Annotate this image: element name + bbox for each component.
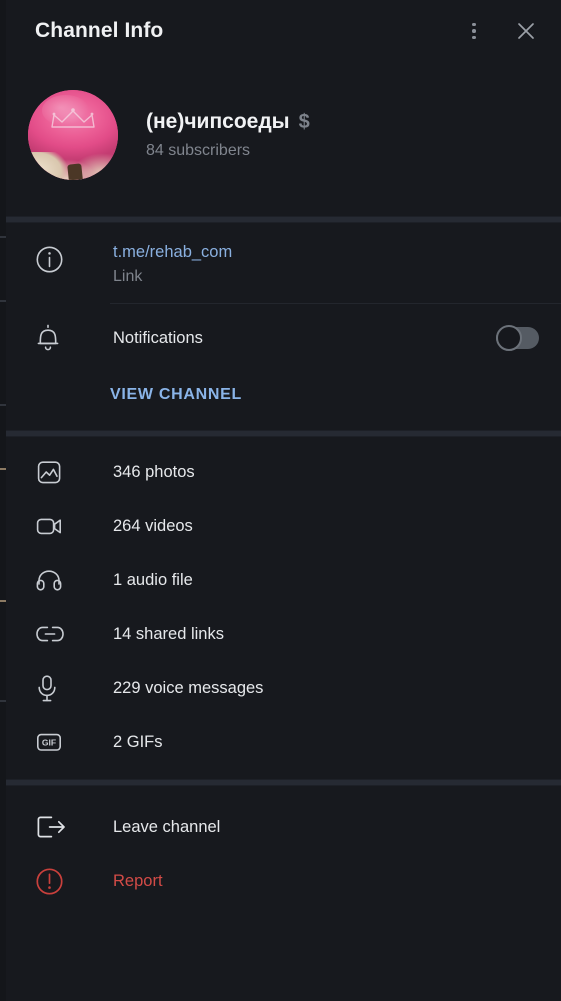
close-icon[interactable] bbox=[511, 16, 541, 46]
media-label: 264 videos bbox=[113, 516, 193, 535]
report-row[interactable]: Report bbox=[0, 854, 561, 908]
panel-header: Channel Info bbox=[0, 0, 561, 62]
media-label: 2 GIFs bbox=[113, 732, 163, 751]
report-label: Report bbox=[113, 871, 163, 890]
notifications-row[interactable]: Notifications bbox=[0, 304, 561, 372]
view-channel-button[interactable]: VIEW CHANNEL bbox=[110, 386, 242, 404]
section-divider-3 bbox=[0, 779, 561, 786]
page-title: Channel Info bbox=[35, 19, 164, 42]
channel-info-panel: Channel Info (не)чипсоеды $ 84 subscribe… bbox=[0, 0, 561, 1001]
leave-channel-row[interactable]: Leave channel bbox=[0, 800, 561, 854]
avatar-stem-detail bbox=[66, 163, 83, 180]
media-row-photos[interactable]: 346 photos bbox=[0, 445, 561, 499]
subscriber-count: 84 subscribers bbox=[146, 142, 251, 159]
channel-link-row[interactable]: t.me/rehab_com Link bbox=[0, 223, 561, 304]
info-section: t.me/rehab_com Link Notifications VIEW C… bbox=[0, 223, 561, 430]
underlying-chat-edge bbox=[0, 0, 6, 1001]
media-row-links[interactable]: 14 shared links bbox=[0, 607, 561, 661]
link-chain-icon bbox=[35, 624, 75, 644]
leave-channel-label: Leave channel bbox=[113, 817, 221, 836]
photo-icon bbox=[35, 460, 75, 485]
info-circle-icon bbox=[35, 245, 75, 274]
channel-profile: (не)чипсоеды $ 84 subscribers bbox=[0, 62, 561, 216]
channel-link-body: t.me/rehab_com Link bbox=[75, 243, 561, 286]
notifications-toggle[interactable] bbox=[496, 325, 539, 351]
gif-icon: GIF bbox=[35, 731, 75, 753]
bell-icon bbox=[35, 324, 75, 352]
svg-text:GIF: GIF bbox=[42, 737, 56, 747]
media-section: 346 photos 264 videos 1 audio file 14 sh… bbox=[0, 437, 561, 779]
channel-link-value[interactable]: t.me/rehab_com bbox=[113, 243, 561, 262]
avatar-crown-icon bbox=[49, 107, 97, 131]
channel-link-caption: Link bbox=[113, 268, 143, 285]
media-row-voice[interactable]: 229 voice messages bbox=[0, 661, 561, 715]
view-channel-row: VIEW CHANNEL bbox=[0, 372, 561, 430]
channel-name: (не)чипсоеды bbox=[146, 110, 290, 133]
notifications-body: Notifications bbox=[75, 329, 496, 348]
media-label: 1 audio file bbox=[113, 570, 193, 589]
channel-avatar[interactable] bbox=[28, 90, 118, 180]
notifications-label: Notifications bbox=[113, 328, 203, 347]
kebab-menu-icon[interactable] bbox=[459, 16, 489, 46]
notifications-tail bbox=[496, 325, 561, 351]
section-divider-2 bbox=[0, 430, 561, 437]
channel-details: (не)чипсоеды $ 84 subscribers bbox=[146, 110, 310, 160]
media-row-audio[interactable]: 1 audio file bbox=[0, 553, 561, 607]
alert-circle-icon bbox=[35, 867, 75, 896]
media-row-videos[interactable]: 264 videos bbox=[0, 499, 561, 553]
footer-section: Leave channel Report bbox=[0, 786, 561, 918]
exit-arrow-icon bbox=[35, 814, 75, 840]
media-row-gifs[interactable]: GIF 2 GIFs bbox=[0, 715, 561, 769]
kebab-menu-glyph bbox=[472, 22, 476, 40]
status-badge: $ bbox=[298, 111, 310, 133]
media-label: 346 photos bbox=[113, 462, 195, 481]
media-label: 14 shared links bbox=[113, 624, 224, 643]
media-label: 229 voice messages bbox=[113, 678, 264, 697]
microphone-icon bbox=[35, 674, 75, 703]
channel-name-row: (не)чипсоеды $ bbox=[146, 110, 310, 134]
headphones-icon bbox=[35, 568, 75, 593]
header-actions bbox=[459, 16, 541, 46]
toggle-knob bbox=[496, 325, 522, 351]
section-divider-1 bbox=[0, 216, 561, 223]
video-camera-icon bbox=[35, 515, 75, 537]
